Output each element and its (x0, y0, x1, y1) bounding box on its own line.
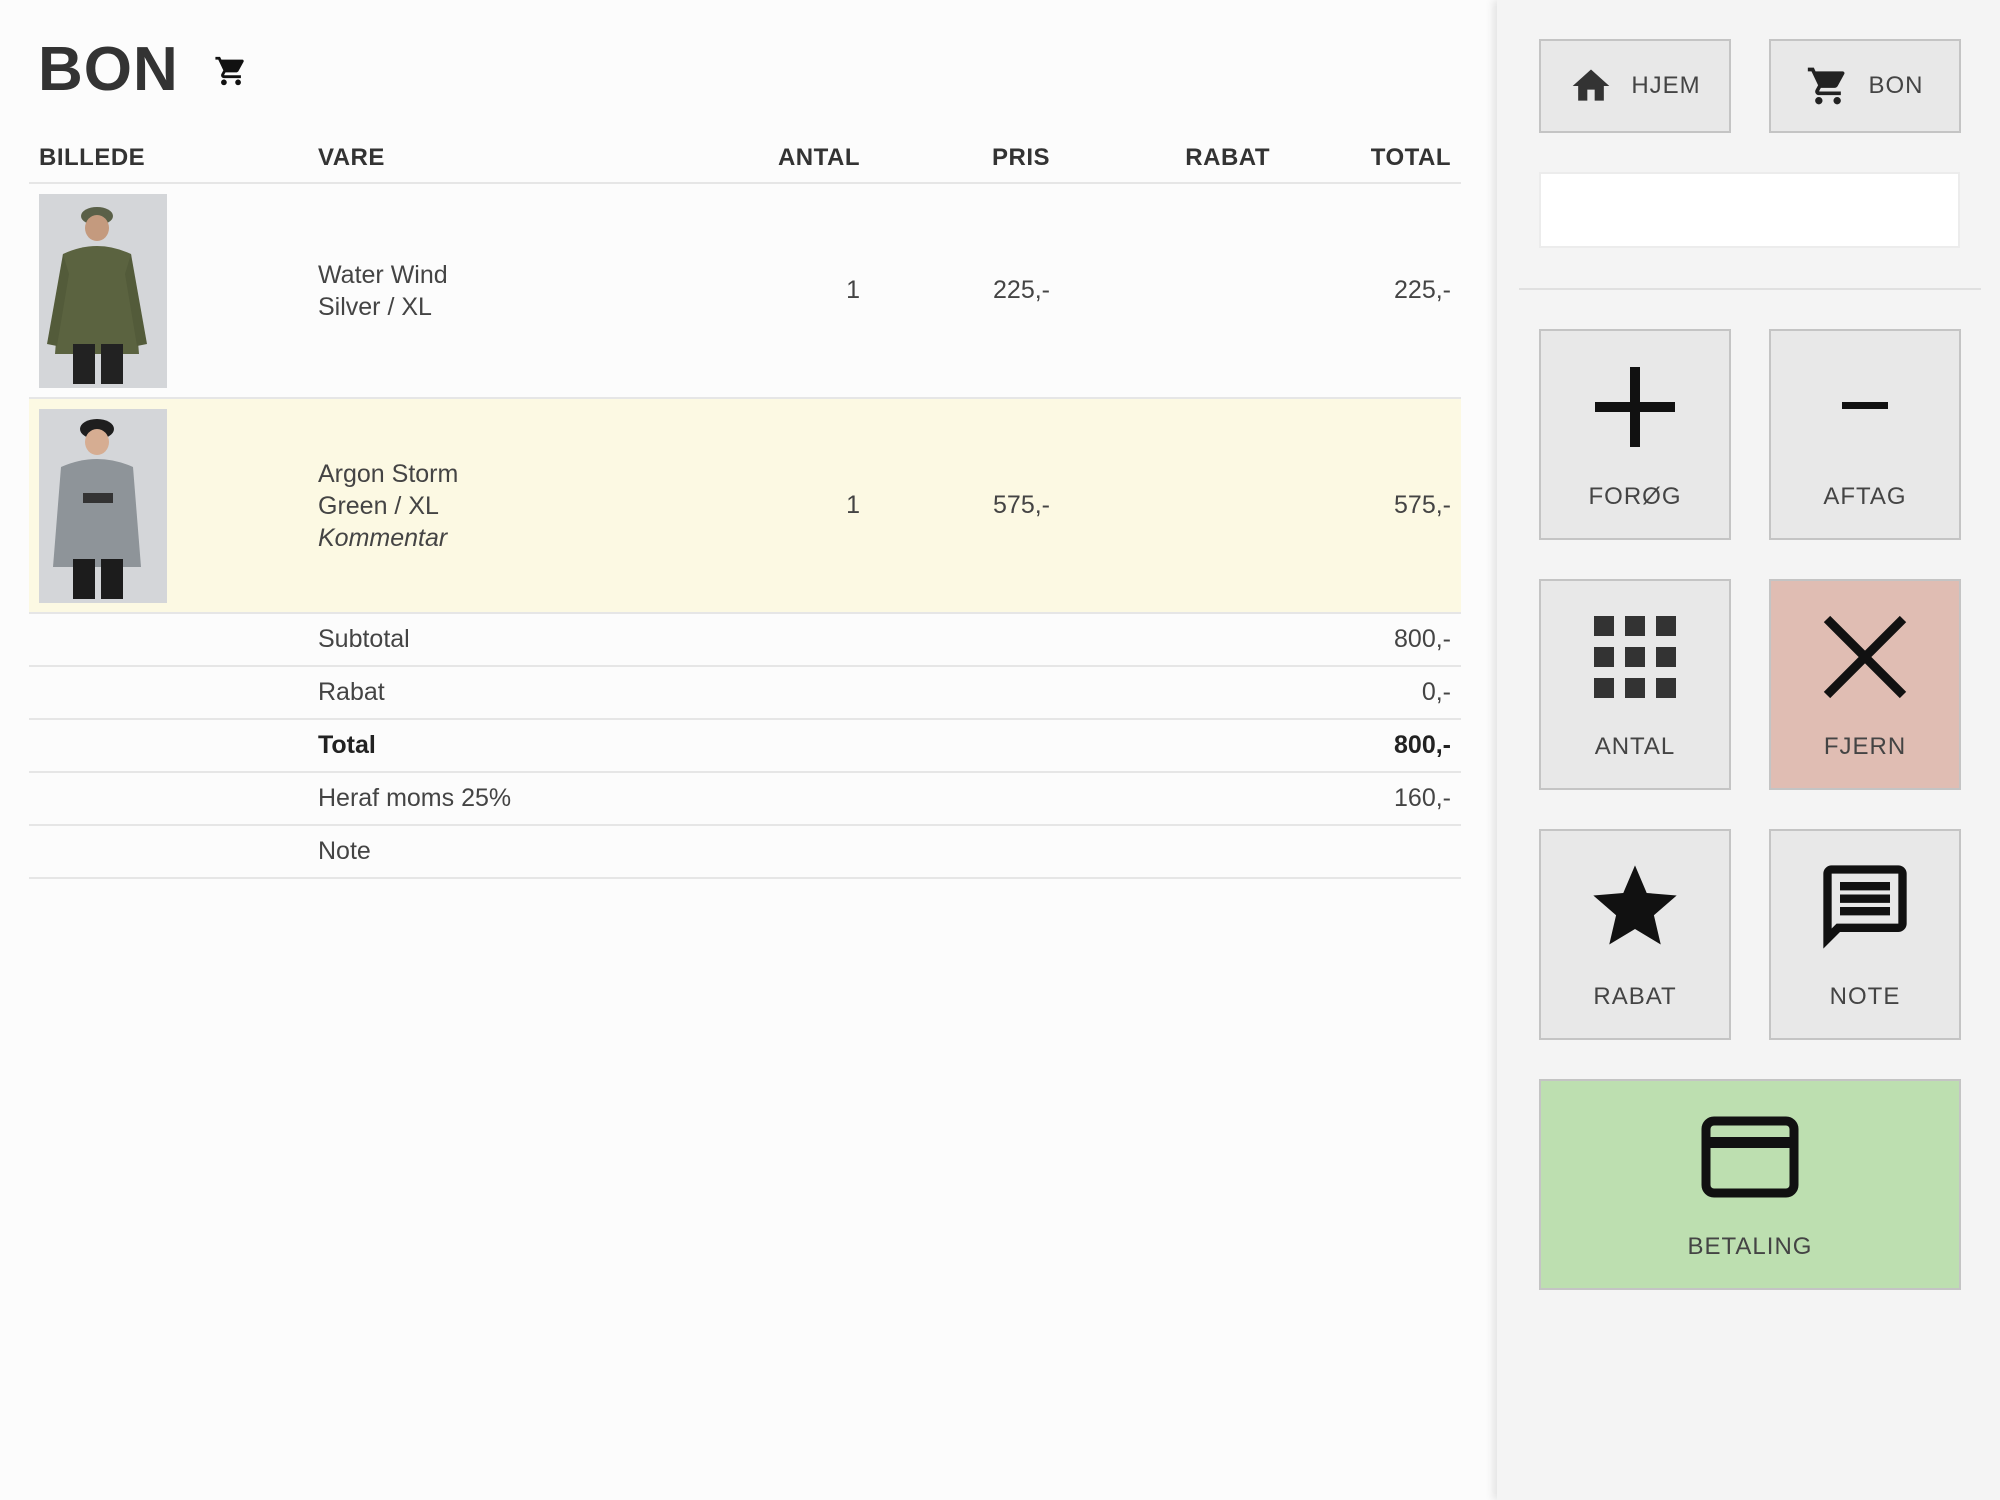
bon-button-label: BON (1868, 72, 1924, 99)
summary-value: 0,- (1280, 666, 1461, 720)
note-button-label: NOTE (1829, 983, 1901, 1010)
discount-button[interactable]: RABAT (1539, 829, 1731, 1040)
item-description: Argon Storm Green / XL Kommentar (308, 398, 678, 614)
summary-label: Total (308, 719, 1280, 773)
cart-icon (215, 56, 244, 86)
summary-row-subtotal: Subtotal 800,- (29, 613, 1461, 667)
column-header-total: TOTAL (1280, 134, 1461, 184)
home-icon (1572, 69, 1610, 101)
product-image-cell (29, 398, 308, 614)
summary-value: 160,- (1280, 772, 1461, 826)
credit-card-icon (1700, 1107, 1800, 1207)
home-button[interactable]: HJEM (1539, 39, 1731, 133)
decrease-button[interactable]: AFTAG (1769, 329, 1961, 540)
summary-row-note[interactable]: Note (29, 825, 1461, 879)
close-icon (1815, 607, 1915, 707)
item-quantity: 1 (678, 398, 870, 614)
discount-button-label: RABAT (1593, 983, 1677, 1010)
summary-value: 800,- (1280, 719, 1461, 773)
home-button-label: HJEM (1631, 72, 1701, 99)
summary-value: 800,- (1280, 613, 1461, 667)
column-header-item: VARE (308, 134, 678, 184)
summary-row-vat: Heraf moms 25% 160,- (29, 772, 1461, 826)
quantity-button[interactable]: ANTAL (1539, 579, 1731, 790)
summary-row-total: Total 800,- (29, 719, 1461, 773)
remove-button-label: FJERN (1823, 733, 1907, 760)
search-input[interactable] (1539, 172, 1960, 248)
bon-button[interactable]: BON (1769, 39, 1961, 133)
cart-icon (1808, 67, 1845, 105)
payment-button-label: BETALING (1687, 1233, 1813, 1260)
item-variant: Green / XL (318, 491, 439, 520)
summary-label: Subtotal (308, 613, 1280, 667)
keypad-icon (1585, 607, 1685, 707)
summary-value (1280, 825, 1461, 879)
item-total: 225,- (1280, 183, 1461, 399)
summary-label: Rabat (308, 666, 1280, 720)
item-description: Water Wind Silver / XL (308, 183, 678, 399)
column-header-quantity: ANTAL (678, 134, 870, 184)
item-discount (1060, 183, 1280, 399)
summary-label: Note (308, 825, 1280, 879)
column-header-image: BILLEDE (29, 134, 308, 184)
increase-button[interactable]: FORØG (1539, 329, 1731, 540)
minus-icon (1815, 357, 1915, 457)
column-header-price: PRIS (870, 134, 1060, 184)
item-name: Argon Storm (318, 459, 459, 488)
sidebar-divider (1519, 288, 1981, 290)
table-row-selected[interactable]: Argon Storm Green / XL Kommentar 1 575,-… (29, 398, 1461, 614)
summary-row-discount: Rabat 0,- (29, 666, 1461, 720)
item-quantity: 1 (678, 183, 870, 399)
item-name: Water Wind (318, 260, 448, 289)
quantity-button-label: ANTAL (1594, 733, 1676, 760)
plus-icon (1585, 357, 1685, 457)
item-comment[interactable]: Kommentar (318, 522, 668, 554)
increase-button-label: FORØG (1588, 483, 1682, 510)
item-price: 225,- (870, 183, 1060, 399)
table-row[interactable]: Water Wind Silver / XL 1 225,- 225,- (29, 183, 1461, 399)
receipt-table: BILLEDE VARE ANTAL PRIS RABAT TOTAL Wate… (29, 134, 1461, 879)
item-variant: Silver / XL (318, 292, 432, 321)
receipt-panel: BON BILLEDE VARE ANTAL PRIS RABAT TOTAL (0, 0, 1497, 1500)
column-header-discount: RABAT (1060, 134, 1280, 184)
product-image (39, 408, 167, 603)
item-price: 575,- (870, 398, 1060, 614)
page-title: BON (38, 35, 179, 104)
item-discount (1060, 398, 1280, 614)
item-total: 575,- (1280, 398, 1461, 614)
product-image (39, 193, 167, 388)
table-header: BILLEDE VARE ANTAL PRIS RABAT TOTAL (29, 134, 1461, 184)
note-button[interactable]: NOTE (1769, 829, 1961, 1040)
star-icon (1585, 857, 1685, 957)
message-icon (1815, 857, 1915, 957)
payment-button[interactable]: BETALING (1539, 1079, 1961, 1290)
summary-label: Heraf moms 25% (308, 772, 1280, 826)
product-image-cell (29, 183, 308, 399)
decrease-button-label: AFTAG (1823, 483, 1907, 510)
remove-button[interactable]: FJERN (1769, 579, 1961, 790)
